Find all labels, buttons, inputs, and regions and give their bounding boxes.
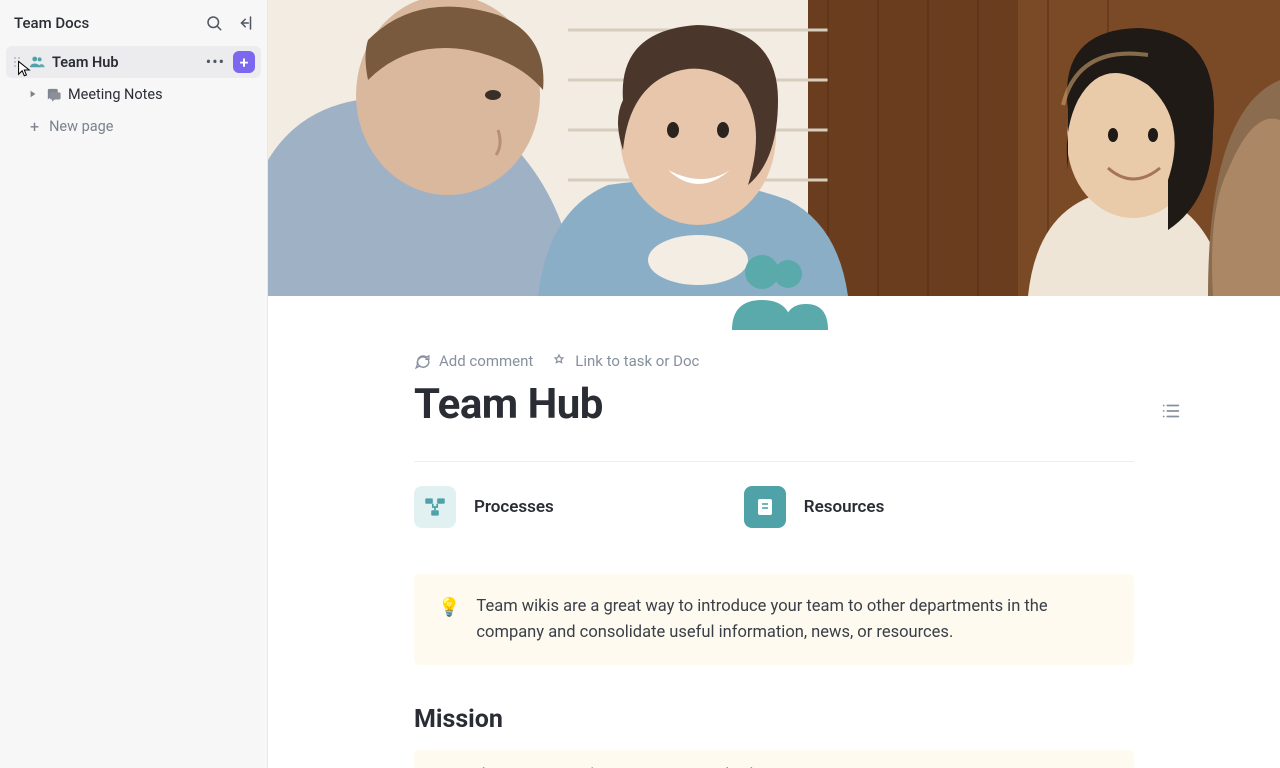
add-subpage-button[interactable]: + [233, 51, 255, 73]
resources-link[interactable]: Resources [744, 486, 885, 528]
sidebar-item-actions: ••• + [204, 51, 255, 73]
callout-text: Team wikis are a great way to introduce … [476, 594, 1110, 645]
processes-label: Processes [474, 497, 554, 517]
mission-callout: Share your team's mission to everybody i… [414, 750, 1134, 768]
search-icon[interactable] [205, 14, 223, 32]
sidebar-item-label: Meeting Notes [68, 86, 255, 103]
app-root: Team Docs Team Hub [0, 0, 1280, 768]
sidebar: Team Docs Team Hub [0, 0, 268, 768]
quick-links-row: Processes Resources [414, 486, 1134, 528]
plus-icon: + [30, 117, 39, 136]
lightbulb-icon: 💡 [438, 594, 460, 645]
more-options-icon[interactable]: ••• [204, 54, 227, 70]
new-page-label: New page [49, 118, 113, 135]
main-content: Add comment Link to task or Doc Team Hub… [268, 0, 1280, 768]
collapse-sidebar-icon[interactable] [237, 14, 255, 32]
link-task-button[interactable]: Link to task or Doc [551, 352, 699, 370]
caret-right-icon[interactable] [28, 89, 38, 99]
chat-icon [44, 85, 62, 103]
processes-link[interactable]: Processes [414, 486, 554, 528]
link-task-label: Link to task or Doc [575, 352, 699, 370]
page-title[interactable]: Team Hub [414, 380, 1134, 429]
drag-handle-icon[interactable] [12, 57, 22, 67]
workspace-title[interactable]: Team Docs [14, 14, 89, 32]
sidebar-header-actions [205, 14, 255, 32]
sidebar-header: Team Docs [0, 0, 267, 46]
book-icon [744, 486, 786, 528]
resources-label: Resources [804, 497, 885, 517]
mission-heading[interactable]: Mission [414, 705, 1134, 734]
outline-toggle-icon[interactable] [1160, 400, 1182, 422]
info-callout: 💡 Team wikis are a great way to introduc… [414, 574, 1134, 665]
page-body: Add comment Link to task or Doc Team Hub… [414, 296, 1134, 768]
sidebar-tree: Team Hub ••• + Meeting Notes [0, 46, 267, 142]
flowchart-icon [414, 486, 456, 528]
divider [414, 461, 1134, 462]
add-comment-button[interactable]: Add comment [414, 352, 533, 370]
add-comment-label: Add comment [439, 352, 533, 370]
new-page-button[interactable]: + New page [6, 110, 261, 142]
sidebar-item-label: Team Hub [52, 54, 198, 71]
page-meta-row: Add comment Link to task or Doc [414, 352, 1134, 370]
people-icon [28, 53, 46, 71]
sidebar-item-meeting-notes[interactable]: Meeting Notes [6, 78, 261, 110]
sidebar-item-team-hub[interactable]: Team Hub ••• + [6, 46, 261, 78]
